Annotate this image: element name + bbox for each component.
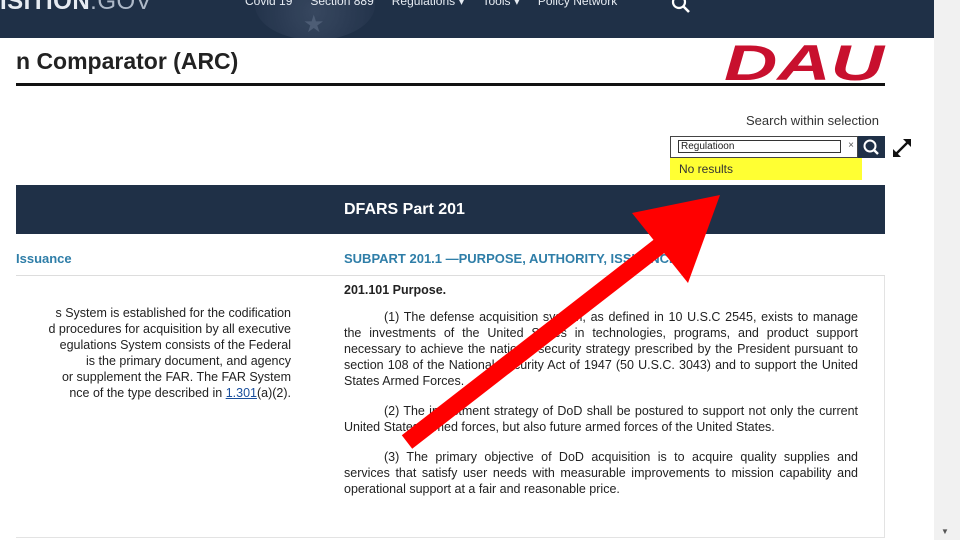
title-divider [16, 83, 885, 86]
left-line: is the primary document, and agency [86, 354, 291, 368]
clear-icon[interactable]: × [848, 140, 854, 151]
left-line: d procedures for acquisition by all exec… [48, 322, 292, 336]
left-line-last: nce of the type described in 1.301(a)(2)… [0, 385, 291, 401]
search-box: × [670, 136, 858, 158]
brand-main: ISITION [0, 0, 91, 15]
site-brand[interactable]: ISITION.GOV [0, 0, 152, 16]
paragraph: (3) The primary objective of DoD acquisi… [344, 450, 858, 496]
right-subpart-heading[interactable]: SUBPART 201.1 —PURPOSE, AUTHORITY, ISSUA… [344, 251, 678, 266]
left-line: egulations System consists of the Federa… [59, 338, 291, 352]
nav-menu: Covid 19 Section 889 Regulations ▾ Tools… [245, 0, 617, 8]
search-icon[interactable] [671, 0, 691, 14]
paragraph: (1) The defense acquisition system, as d… [344, 310, 858, 388]
left-line: s System is established for the codifica… [55, 306, 291, 320]
left-line-text: nce of the type described in [69, 386, 226, 400]
svg-text:DAU: DAU [724, 38, 887, 83]
search-icon [863, 139, 879, 155]
far-1-301-link[interactable]: 1.301 [226, 386, 257, 400]
section-heading: 201.101 Purpose. [344, 283, 447, 297]
panel-border-bottom [16, 537, 885, 538]
divider [16, 275, 885, 276]
left-column-text: s System is established for the codifica… [0, 305, 292, 401]
scroll-down-icon[interactable]: ▼ [941, 527, 949, 536]
right-column-title: DFARS Part 201 [344, 201, 465, 218]
search-input[interactable] [678, 140, 841, 153]
top-nav-bar: ★ ISITION.GOV Covid 19 Section 889 Regul… [0, 0, 934, 38]
nav-item-covid[interactable]: Covid 19 [245, 0, 292, 8]
expand-icon[interactable] [890, 136, 914, 160]
no-results-message: No results [670, 158, 862, 180]
nav-item-policy-network[interactable]: Policy Network [538, 0, 617, 8]
left-subpart-heading[interactable]: Issuance [16, 251, 72, 266]
nav-item-regulations[interactable]: Regulations ▾ [392, 0, 465, 8]
left-line: or supplement the FAR. The FAR System [61, 370, 291, 384]
page-title: n Comparator (ARC) [16, 48, 239, 74]
nav-item-section-889[interactable]: Section 889 [310, 0, 373, 8]
dau-logo: DAU [724, 38, 887, 83]
panel-border [884, 276, 885, 538]
nav-item-tools[interactable]: Tools ▾ [483, 0, 520, 8]
left-column: s System is established for the codifica… [0, 305, 292, 415]
paragraph: (2) The investment strategy of DoD shall… [344, 404, 858, 434]
search-label: Search within selection [746, 113, 879, 128]
brand-suffix: .GOV [90, 0, 153, 15]
right-column: 201.101 Purpose. (1) The defense acquisi… [344, 282, 858, 511]
scrollbar[interactable]: ▼ [934, 0, 960, 540]
search-button[interactable] [858, 136, 885, 158]
left-line-text: (a)(2). [256, 386, 291, 400]
